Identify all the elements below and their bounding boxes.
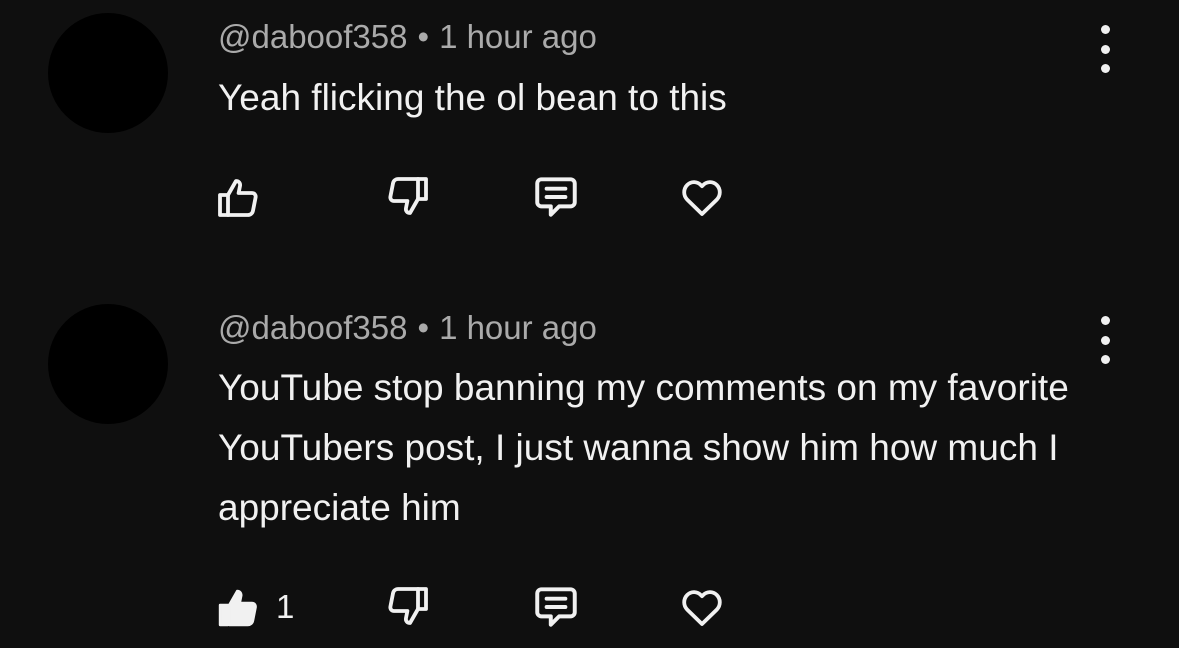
- avatar[interactable]: [48, 13, 168, 133]
- more-vertical-icon-dot: [1100, 64, 1110, 73]
- more-vertical-icon: [1100, 25, 1110, 34]
- comment-time[interactable]: 1 hour ago: [439, 18, 597, 55]
- more-vertical-icon: [1100, 316, 1110, 325]
- heart-button[interactable]: [678, 582, 726, 632]
- more-options-button[interactable]: [1090, 316, 1120, 364]
- thumbs-up-icon: [218, 589, 257, 627]
- avatar[interactable]: [48, 304, 168, 424]
- heart-button[interactable]: [678, 172, 726, 222]
- reply-button[interactable]: [531, 172, 581, 222]
- heart-icon: [682, 590, 722, 626]
- meta-separator: •: [417, 309, 430, 346]
- comment-meta: @daboof358 • 1 hour ago: [218, 308, 597, 348]
- comment-actions: 1: [0, 582, 1179, 632]
- like-count: 1: [276, 588, 295, 625]
- more-options-button[interactable]: [1090, 25, 1120, 73]
- thumbs-down-icon: [388, 587, 428, 625]
- comment-text: YouTube stop banning my comments on my f…: [218, 367, 1069, 528]
- reply-comment-icon: [535, 177, 577, 217]
- more-vertical-icon-dot: [1100, 335, 1110, 345]
- reply-comment-icon: [535, 587, 577, 627]
- dislike-button[interactable]: [384, 172, 432, 222]
- comment-meta: @daboof358 • 1 hour ago: [218, 17, 597, 57]
- reply-button[interactable]: [531, 582, 581, 632]
- like-button[interactable]: 1: [214, 582, 294, 632]
- dislike-button[interactable]: [384, 582, 432, 632]
- more-vertical-icon-dot: [1100, 44, 1110, 54]
- thumbs-down-icon: [388, 177, 428, 215]
- meta-separator: •: [417, 18, 430, 55]
- comment-text: Yeah flicking the ol bean to this: [218, 77, 727, 118]
- thumbs-up-icon: [218, 179, 258, 217]
- comment-time[interactable]: 1 hour ago: [439, 309, 597, 346]
- comment-author[interactable]: @daboof358: [218, 309, 408, 346]
- heart-icon: [682, 180, 722, 216]
- more-vertical-icon-dot: [1100, 355, 1110, 364]
- comment-actions: [0, 172, 1179, 222]
- comment-author[interactable]: @daboof358: [218, 18, 408, 55]
- like-button[interactable]: [214, 172, 262, 222]
